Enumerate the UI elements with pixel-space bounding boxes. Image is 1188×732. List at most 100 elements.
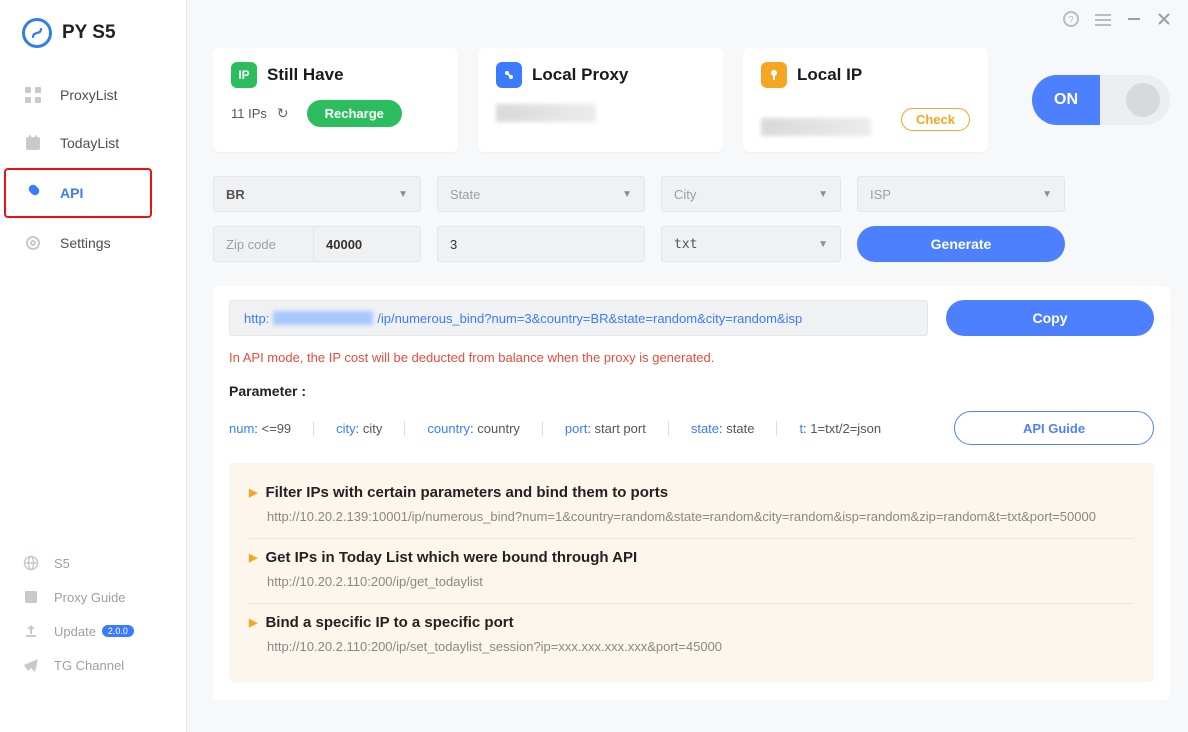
sidebar-item-settings[interactable]: Settings <box>0 220 156 266</box>
minimize-icon[interactable] <box>1126 11 1142 32</box>
sidebar: PY S5 ProxyList TodayList API Settings S… <box>0 0 187 732</box>
parameter-list: num: <=99 city: city country: country po… <box>229 411 1154 445</box>
city-select[interactable]: City ▼ <box>661 176 841 212</box>
state-select[interactable]: State ▼ <box>437 176 645 212</box>
api-examples: ▶ Filter IPs with certain parameters and… <box>229 463 1154 682</box>
isp-select[interactable]: ISP ▼ <box>857 176 1065 212</box>
nav-bottom: S5 Proxy Guide Update 2.0.0 TG Channel <box>0 546 186 732</box>
refresh-icon[interactable]: ↻ <box>277 105 289 122</box>
redacted-host <box>273 311 373 325</box>
sidebar-item-todaylist[interactable]: TodayList <box>0 120 156 166</box>
toggle-knob <box>1126 83 1160 117</box>
accordion-title: Bind a specific IP to a specific port <box>265 614 513 631</box>
card-local-ip: Local IP Check <box>743 48 988 152</box>
menu-icon[interactable] <box>1094 11 1112 32</box>
url-prefix: http: <box>244 311 269 326</box>
country-value: BR <box>226 187 245 202</box>
logo-icon <box>22 18 52 48</box>
window-controls: ? <box>1062 10 1172 33</box>
help-icon[interactable]: ? <box>1062 10 1080 33</box>
accordion-url: http://10.20.2.139:10001/ip/numerous_bin… <box>267 509 1134 524</box>
count-input[interactable] <box>450 237 632 252</box>
sidebar-item-label: ProxyList <box>60 87 118 103</box>
pin-icon <box>761 62 787 88</box>
filter-row-1: BR ▼ State ▼ City ▼ ISP ▼ <box>213 176 1170 212</box>
redacted-proxy-value <box>496 104 596 122</box>
ip-icon: IP <box>231 62 257 88</box>
app-name: PY S5 <box>62 22 116 44</box>
redacted-ip-value <box>761 118 871 136</box>
accordion-title: Filter IPs with certain parameters and b… <box>265 484 668 501</box>
sidebar-item-label: API <box>60 185 83 201</box>
triangle-right-icon: ▶ <box>249 616 257 629</box>
accordion-toggle[interactable]: ▶ Get IPs in Today List which were bound… <box>249 549 1134 566</box>
bottom-item-label: S5 <box>54 556 70 571</box>
triangle-right-icon: ▶ <box>249 486 257 499</box>
bottom-item-tgchannel[interactable]: TG Channel <box>0 648 186 682</box>
master-toggle-wrap: ON <box>1032 48 1170 152</box>
parameter-heading: Parameter : <box>229 383 1154 399</box>
main-area: ? IP Still Have 11 IPs ↻ Recharge Local … <box>187 0 1188 732</box>
generate-button[interactable]: Generate <box>857 226 1065 262</box>
zip-input[interactable] <box>326 237 408 252</box>
chevron-down-icon: ▼ <box>1042 189 1052 200</box>
zip-label: Zip code <box>213 226 313 262</box>
accordion-item: ▶ Get IPs in Today List which were bound… <box>249 538 1134 603</box>
accordion-url: http://10.20.2.110:200/ip/get_todaylist <box>267 574 1134 589</box>
accordion-url: http://10.20.2.110:200/ip/set_todaylist_… <box>267 639 1134 654</box>
accordion-toggle[interactable]: ▶ Bind a specific IP to a specific port <box>249 614 1134 631</box>
sidebar-item-label: TodayList <box>60 135 119 151</box>
sidebar-item-proxylist[interactable]: ProxyList <box>0 72 156 118</box>
sidebar-item-label: Settings <box>60 235 111 251</box>
plug-icon <box>22 182 44 204</box>
card-title: Local Proxy <box>532 65 628 85</box>
globe-icon <box>22 554 40 572</box>
grid-icon <box>22 84 44 106</box>
bottom-item-label: TG Channel <box>54 658 124 673</box>
nav-main: ProxyList TodayList API Settings <box>0 70 186 268</box>
book-icon <box>22 588 40 606</box>
master-toggle[interactable]: ON <box>1032 75 1170 125</box>
state-placeholder: State <box>450 187 480 202</box>
send-icon <box>22 656 40 674</box>
api-url-display[interactable]: http: /ip/numerous_bind?num=3&country=BR&… <box>229 300 928 336</box>
logo: PY S5 <box>0 0 186 60</box>
copy-button[interactable]: Copy <box>946 300 1154 336</box>
count-input-wrap <box>437 226 645 262</box>
accordion-title: Get IPs in Today List which were bound t… <box>265 549 637 566</box>
sidebar-item-api[interactable]: API <box>4 168 152 218</box>
check-button[interactable]: Check <box>901 108 970 131</box>
bottom-item-label: Proxy Guide <box>54 590 126 605</box>
format-select[interactable]: txt ▼ <box>661 226 841 262</box>
chevron-down-icon: ▼ <box>818 239 828 250</box>
card-local-proxy: Local Proxy <box>478 48 723 152</box>
url-suffix: /ip/numerous_bind?num=3&country=BR&state… <box>377 311 802 326</box>
ips-count: 11 IPs <box>231 106 267 121</box>
gear-icon <box>22 232 44 254</box>
card-title: Still Have <box>267 65 344 85</box>
link-icon <box>496 62 522 88</box>
upload-icon <box>22 622 40 640</box>
bottom-item-update[interactable]: Update 2.0.0 <box>0 614 186 648</box>
bottom-item-s5[interactable]: S5 <box>0 546 186 580</box>
card-title: Local IP <box>797 65 862 85</box>
api-panel: http: /ip/numerous_bind?num=3&country=BR&… <box>213 286 1170 700</box>
summary-cards: IP Still Have 11 IPs ↻ Recharge Local Pr… <box>213 48 1170 152</box>
accordion-toggle[interactable]: ▶ Filter IPs with certain parameters and… <box>249 484 1134 501</box>
bottom-item-label: Update <box>54 624 96 639</box>
chevron-down-icon: ▼ <box>622 189 632 200</box>
bottom-item-proxyguide[interactable]: Proxy Guide <box>0 580 186 614</box>
close-icon[interactable] <box>1156 11 1172 32</box>
zip-input-group: Zip code <box>213 226 421 262</box>
calendar-icon <box>22 132 44 154</box>
isp-placeholder: ISP <box>870 187 891 202</box>
triangle-right-icon: ▶ <box>249 551 257 564</box>
chevron-down-icon: ▼ <box>398 189 408 200</box>
card-still-have: IP Still Have 11 IPs ↻ Recharge <box>213 48 458 152</box>
recharge-button[interactable]: Recharge <box>307 100 402 127</box>
format-value: txt <box>674 237 697 252</box>
api-guide-button[interactable]: API Guide <box>954 411 1154 445</box>
toggle-on-label: ON <box>1032 75 1100 125</box>
svg-text:?: ? <box>1068 15 1074 26</box>
country-select[interactable]: BR ▼ <box>213 176 421 212</box>
